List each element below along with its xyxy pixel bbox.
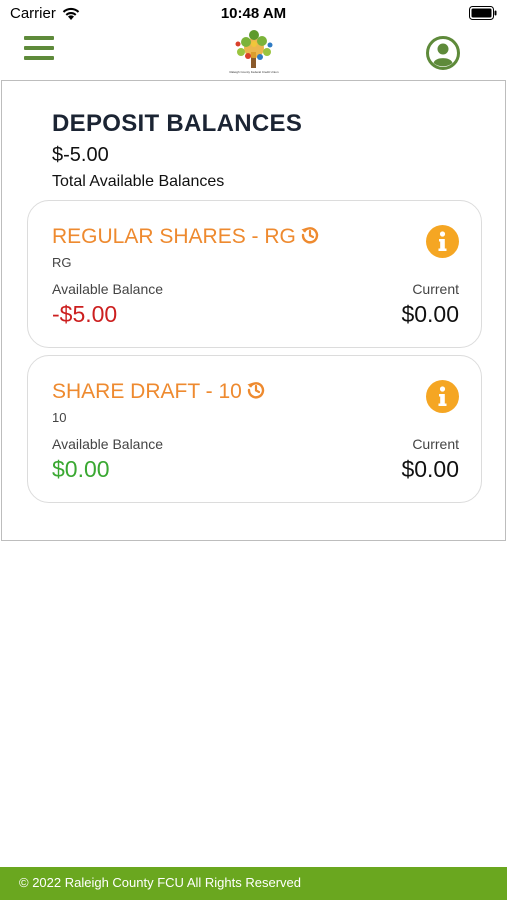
- deposit-balances-panel: DEPOSIT BALANCES $-5.00 Total Available …: [1, 80, 506, 541]
- current-balance-value: $0.00: [401, 301, 459, 327]
- account-name-link[interactable]: SHARE DRAFT - 10: [52, 380, 266, 404]
- clock-time: 10:48 AM: [220, 5, 287, 22]
- footer-bar: © 2022 Raleigh County FCU All Rights Res…: [0, 867, 507, 900]
- user-profile-icon[interactable]: [426, 36, 460, 70]
- info-icon[interactable]: [426, 380, 459, 413]
- total-balance-amount: $-5.00: [52, 144, 109, 166]
- account-code: RG: [52, 255, 72, 270]
- copyright-text: © 2022 Raleigh County FCU All Rights Res…: [19, 875, 301, 890]
- history-icon[interactable]: [300, 225, 320, 245]
- current-balance-label: Current: [412, 281, 459, 297]
- account-name-link[interactable]: REGULAR SHARES - RG: [52, 225, 320, 249]
- available-balance-value: -$5.00: [52, 301, 118, 327]
- raleigh-county-fcu-logo: Raleigh County Federal Credit Union: [224, 28, 284, 78]
- status-bar: Carrier 10:48 AM: [0, 0, 507, 28]
- battery-icon: [469, 6, 497, 20]
- logo-caption: Raleigh County Federal Credit Union: [229, 70, 279, 74]
- app-header: Raleigh County Federal Credit Union: [0, 28, 507, 78]
- account-card[interactable]: REGULAR SHARES - RG RG Available Balance…: [27, 200, 482, 348]
- available-balance-label: Available Balance: [52, 436, 164, 452]
- account-name[interactable]: REGULAR SHARES - RG: [52, 225, 296, 248]
- current-balance-label: Current: [412, 436, 459, 452]
- total-balance-label: Total Available Balances: [52, 173, 225, 190]
- current-balance-value: $0.00: [401, 456, 459, 482]
- account-code: 10: [52, 410, 67, 425]
- account-name[interactable]: SHARE DRAFT - 10: [52, 380, 242, 403]
- available-balance-value: $0.00: [52, 456, 110, 482]
- hamburger-menu-icon[interactable]: [24, 36, 54, 62]
- available-balance-label: Available Balance: [52, 281, 164, 297]
- logo-tree-icon: [235, 30, 273, 68]
- history-icon[interactable]: [246, 380, 266, 400]
- account-card[interactable]: SHARE DRAFT - 10 10 Available Balance Cu…: [27, 355, 482, 503]
- page-title: DEPOSIT BALANCES: [52, 110, 303, 137]
- info-icon[interactable]: [426, 225, 459, 258]
